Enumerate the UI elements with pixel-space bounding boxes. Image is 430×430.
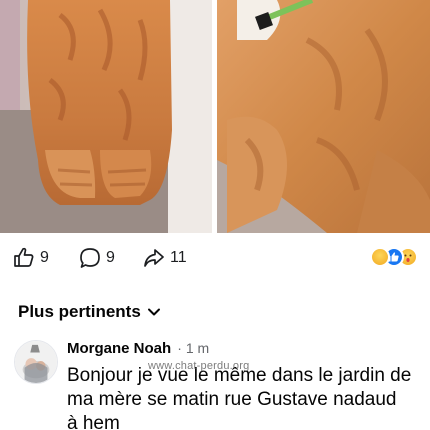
avatar-image [15, 341, 57, 383]
comment-author[interactable]: Morgane Noah [67, 340, 171, 357]
comment-text: Bonjour je vue le même dans le jardin de… [67, 365, 412, 430]
cat-photo-right [217, 0, 430, 233]
like-count: 9 [40, 249, 49, 266]
comments-sort-dropdown[interactable]: Plus pertinents [18, 302, 161, 322]
reaction-summary[interactable] [370, 247, 418, 269]
share-button[interactable]: 11 [142, 243, 187, 273]
sort-label: Plus pertinents [18, 302, 141, 321]
chevron-down-icon [147, 305, 161, 319]
post-photos [0, 0, 430, 233]
comment-bubble-icon [78, 246, 102, 270]
share-count: 11 [170, 249, 187, 266]
comment-button[interactable]: 9 [78, 243, 115, 273]
comment-separator: · [177, 340, 182, 356]
watermark: www.chat-perdu.org [148, 360, 250, 372]
comment-count: 9 [106, 249, 115, 266]
like-button[interactable]: 9 [12, 243, 49, 273]
post-photo-right[interactable] [217, 0, 430, 233]
comment-header: Morgane Noah · 1 m [67, 340, 209, 357]
thumbs-up-icon [12, 246, 36, 270]
comment-time[interactable]: 1 m [186, 340, 209, 356]
cat-photo-left [0, 0, 212, 233]
haha-reaction-icon [370, 247, 390, 267]
post-photo-left[interactable] [0, 0, 212, 233]
avatar[interactable] [14, 340, 58, 384]
share-arrow-icon [142, 246, 166, 270]
post-action-bar: 9 9 11 [0, 243, 430, 273]
